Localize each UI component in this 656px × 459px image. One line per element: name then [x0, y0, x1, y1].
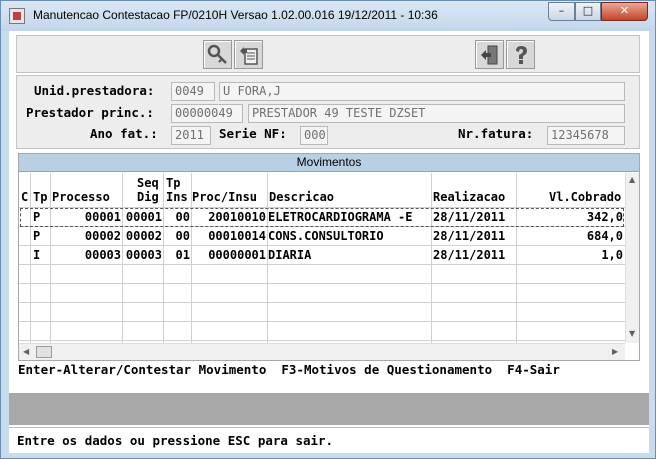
window-title: Manutencao Contestacao FP/0210H Versao 1… — [33, 8, 438, 22]
cell-tp: I — [33, 248, 41, 262]
header-tp2: Tp — [166, 176, 181, 190]
document-edit-icon — [240, 47, 258, 65]
cell-vl-cobrado: 684,0 — [586, 229, 623, 243]
edit-document-button[interactable] — [234, 40, 263, 69]
grid-body: C Tp Processo Seq Dig Tp Ins Proc/Insu D… — [19, 173, 625, 343]
title-bar[interactable]: Manutencao Contestacao FP/0210H Versao 1… — [1, 1, 655, 31]
table-row[interactable]: P 00002 00002 00 00010014 CONS.CONSULTOR… — [19, 227, 625, 246]
scroll-right-icon[interactable]: ▶ — [612, 347, 618, 356]
maximize-button[interactable]: □ — [575, 2, 601, 21]
cell-c — [19, 246, 30, 265]
nr-fatura-field[interactable]: 12345678 — [547, 126, 625, 145]
cell-seq-dig: 00002 — [125, 229, 162, 243]
header-tp[interactable]: Tp — [33, 173, 47, 207]
ano-fat-label: Ano fat.: — [90, 126, 158, 141]
exit-door-icon — [481, 45, 498, 65]
cell-proc-insu: 00010014 — [208, 229, 266, 243]
prestador-code-field[interactable]: 00000049 — [171, 104, 243, 123]
prestador-principal-label: Prestador princ.: — [26, 105, 154, 120]
application-window: Manutencao Contestacao FP/0210H Versao 1… — [0, 0, 656, 459]
nr-fatura-label: Nr.fatura: — [458, 126, 534, 141]
header-c[interactable]: C — [21, 173, 28, 207]
selected-row-focus — [20, 208, 624, 227]
cell-proc-insu: 00000001 — [208, 248, 266, 262]
cell-tp-ins: 00 — [175, 229, 190, 243]
cell-tp: P — [33, 229, 41, 243]
client-area: Unid.prestadora: 0049 U FORA,J Prestador… — [9, 31, 649, 453]
header-dig: Dig — [137, 190, 159, 204]
cell-tp-ins: 01 — [175, 248, 190, 262]
serie-nf-label: Serie NF: — [219, 126, 287, 141]
table-row[interactable]: I 00003 00003 01 00000001 DIARIA 28/11/2… — [19, 246, 625, 265]
key-button[interactable] — [203, 40, 232, 69]
cell-realizacao: 28/11/2011 — [433, 229, 506, 243]
close-button[interactable]: ✕ — [601, 2, 648, 21]
horizontal-scroll-thumb[interactable] — [36, 346, 52, 358]
key-icon — [207, 44, 227, 64]
unid-name-field[interactable]: U FORA,J — [219, 82, 625, 101]
header-processo[interactable]: Processo — [52, 173, 110, 207]
status-message: Entre os dados ou pressione ESC para sai… — [17, 433, 334, 448]
scroll-left-icon[interactable]: ◀ — [23, 347, 29, 356]
unid-code-field[interactable]: 0049 — [171, 82, 215, 101]
header-ins: Ins — [166, 190, 188, 204]
header-vl-cobrado[interactable]: Vl.Cobrado — [549, 173, 621, 207]
cell-seq-dig: 00003 — [125, 248, 162, 262]
minimize-button[interactable]: – — [548, 2, 575, 21]
serie-nf-field[interactable]: 000 — [300, 126, 328, 145]
help-button[interactable] — [506, 40, 535, 69]
prestador-name-field[interactable]: PRESTADOR 49 TESTE DZSET — [248, 104, 625, 123]
cell-c — [19, 227, 30, 246]
header-tp-ins[interactable]: Tp Ins — [166, 173, 190, 207]
unid-prestadora-label: Unid.prestadora: — [34, 83, 155, 98]
scroll-down-icon[interactable]: ▼ — [629, 329, 635, 338]
cell-processo: 00003 — [84, 248, 121, 262]
movimentos-grid[interactable]: Movimentos C Tp Processo Seq Dig Tp Ins … — [18, 153, 640, 361]
header-form: Unid.prestadora: 0049 U FORA,J Prestador… — [16, 75, 640, 149]
grid-title: Movimentos — [19, 154, 639, 172]
horizontal-scrollbar[interactable]: ◀ ▶ — [19, 343, 625, 360]
ano-fat-field[interactable]: 2011 — [171, 126, 211, 145]
scroll-up-icon[interactable]: ▲ — [629, 175, 635, 184]
header-seq-dig[interactable]: Seq Dig — [137, 173, 161, 207]
exit-button[interactable] — [475, 40, 504, 69]
vertical-scrollbar[interactable]: ▲ ▼ — [625, 173, 639, 343]
app-icon — [9, 8, 25, 24]
cell-vl-cobrado: 1,0 — [601, 248, 623, 262]
status-area — [9, 393, 649, 425]
header-seq: Seq — [137, 176, 159, 190]
cell-descricao: CONS.CONSULTORIO — [268, 229, 384, 243]
header-proc-insu[interactable]: Proc/Insu — [192, 173, 257, 207]
cell-realizacao: 28/11/2011 — [433, 248, 506, 262]
status-bar: Entre os dados ou pressione ESC para sai… — [9, 427, 649, 453]
toolbar — [16, 35, 640, 73]
header-descricao[interactable]: Descricao — [269, 173, 334, 207]
cell-descricao: DIARIA — [268, 248, 312, 262]
cell-processo: 00002 — [84, 229, 121, 243]
help-icon — [516, 46, 527, 64]
header-realizacao[interactable]: Realizacao — [433, 173, 505, 207]
function-key-hint: Enter-Alterar/Contestar Movimento F3-Mot… — [18, 362, 560, 377]
